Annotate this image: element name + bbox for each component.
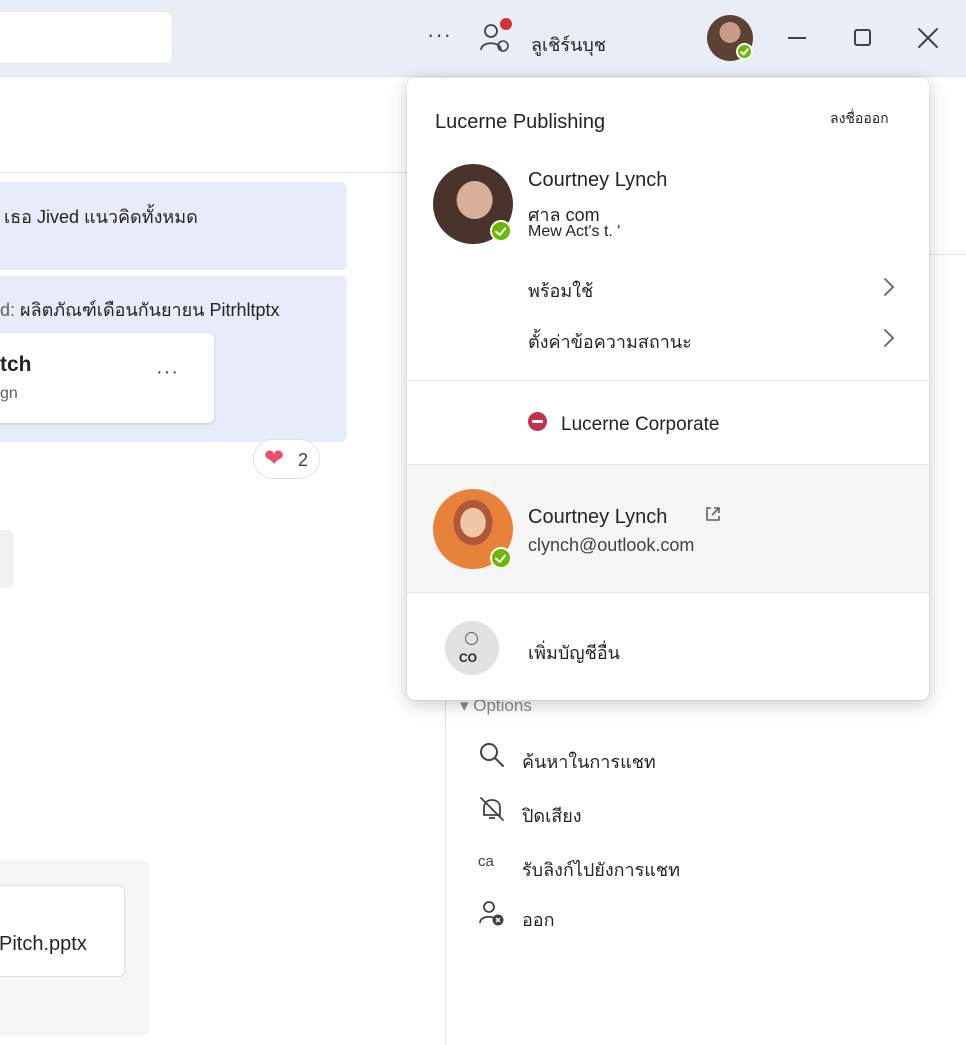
message-text: เธอ Jived แนวคิดทั้งหมด: [4, 207, 198, 227]
option-mute[interactable]: ปิดเสียง: [478, 795, 898, 827]
search-input[interactable]: [0, 11, 173, 64]
sign-out-link[interactable]: ลงชื่อออก: [830, 108, 889, 130]
maximize-icon[interactable]: [854, 29, 871, 46]
person-icon: [465, 632, 478, 645]
option-get-link[interactable]: ca รับลิงก์ไปยังการแชท: [478, 849, 898, 881]
file-attachment-card[interactable]: Pitch.pptx: [0, 885, 125, 977]
option-label: รับลิงก์ไปยังการแชท: [522, 860, 680, 880]
account-flyout: Lucerne Publishing ลงชื่อออก Courtney Ly…: [407, 78, 929, 700]
status-message-label: ตั้งค่าข้อความสถานะ: [528, 332, 692, 352]
close-icon[interactable]: [914, 24, 942, 52]
heart-icon: ❤: [264, 445, 285, 472]
status-message-menu[interactable]: ตั้งค่าข้อความสถานะ: [528, 323, 908, 355]
chevron-right-icon: [884, 329, 895, 347]
file-name: tch: [0, 353, 32, 376]
reaction-pill[interactable]: ❤ 2: [253, 439, 320, 479]
work-account-detail: Mew Act's t. ': [528, 223, 621, 240]
personal-account-item[interactable]: Courtney Lynch clynch@outlook.com: [407, 464, 929, 593]
add-account-initials: CO: [459, 651, 477, 665]
option-leave[interactable]: ออก: [478, 899, 898, 931]
org-switcher-label[interactable]: ลูเชิร์นบุช: [531, 30, 606, 59]
status-label: พร้อมใช้: [528, 281, 594, 301]
presence-available-icon: [736, 43, 753, 60]
status-menu-available[interactable]: พร้อมใช้: [528, 272, 908, 304]
option-search-in-chat[interactable]: ค้นหาในการแชท: [478, 741, 898, 773]
file-name: Pitch.pptx: [0, 933, 87, 955]
org-name: Lucerne Publishing: [435, 111, 606, 133]
add-account-button[interactable]: เพิ่มบัญชีอื่น: [528, 638, 620, 667]
open-external-icon: [706, 507, 720, 521]
option-label: ปิดเสียง: [522, 806, 582, 826]
work-account-name: Courtney Lynch: [528, 169, 668, 191]
personal-account-email: clynch@outlook.com: [528, 535, 695, 555]
corporate-org-item[interactable]: Lucerne Corporate: [561, 414, 719, 436]
add-account-icon[interactable]: CO: [445, 621, 499, 675]
divider: [407, 380, 929, 381]
notification-badge: [500, 18, 512, 30]
option-label: ค้นหาในการแชท: [522, 752, 656, 772]
file-attachment-card[interactable]: tch gn ···: [0, 333, 214, 423]
option-label: ออก: [522, 910, 555, 930]
message-text: d: ผลิตภัณฑ์เดือนกันยายน Pitrhltptx: [0, 300, 280, 320]
leave-icon: [479, 901, 504, 926]
file-more-button[interactable]: ···: [156, 361, 179, 384]
title-bar: ··· ลูเชิร์นบุช: [0, 0, 966, 77]
do-not-disturb-icon: [528, 412, 547, 431]
presence-available-icon: [490, 547, 512, 569]
presence-available-icon: [490, 220, 512, 242]
chevron-right-icon: [884, 278, 895, 296]
message-fragment: [0, 530, 14, 588]
file-subtitle: gn: [0, 385, 18, 402]
reaction-count: 2: [298, 450, 309, 470]
link-icon: ca: [478, 853, 494, 870]
personal-account-name: Courtney Lynch: [528, 506, 668, 528]
mute-icon: [480, 797, 504, 821]
search-icon: [480, 743, 504, 767]
chat-header: [0, 77, 445, 173]
more-options-button[interactable]: ···: [427, 24, 452, 46]
minimize-icon[interactable]: [788, 37, 806, 39]
